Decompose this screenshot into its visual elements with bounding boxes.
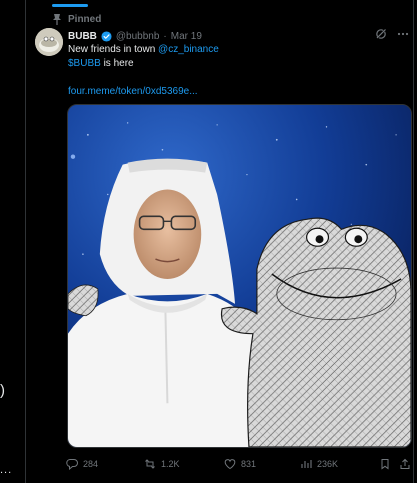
left-nav-rail: ) ... <box>0 0 26 483</box>
handle[interactable]: @bubbnb <box>116 31 160 42</box>
text-line1: New friends in town <box>68 44 159 55</box>
scrollbar[interactable] <box>413 0 417 483</box>
repost-count: 1.2K <box>161 459 180 469</box>
avatar[interactable] <box>35 28 63 56</box>
like-count: 831 <box>241 459 257 469</box>
verified-badge-icon <box>101 30 112 42</box>
reply-button[interactable]: 284 <box>66 458 98 470</box>
more-options-icon[interactable] <box>397 28 409 40</box>
grok-icon[interactable] <box>375 28 387 40</box>
separator-dot: · <box>163 30 167 42</box>
heart-icon <box>224 459 236 470</box>
reply-count: 284 <box>83 459 99 469</box>
timestamp[interactable]: Mar 19 <box>171 31 202 42</box>
share-button[interactable] <box>399 458 411 470</box>
tweet-text: New friends in town @cz_binance $BUBB is… <box>68 43 388 99</box>
views-button[interactable]: 236K <box>300 458 338 470</box>
mention-link[interactable]: @cz_binance <box>158 44 219 55</box>
tweet-page: ) ... Pinned BUBB @bubbnb · Mar 19 New f… <box>0 0 417 483</box>
pinned-label: Pinned <box>68 13 102 25</box>
pin-icon <box>52 13 62 25</box>
header-actions <box>375 28 409 40</box>
url-link[interactable]: four.meme/token/0xd5369e... <box>68 86 198 97</box>
share-icon <box>400 458 410 469</box>
tweet-header: BUBB @bubbnb · Mar 19 <box>68 29 397 43</box>
more-icon[interactable]: ... <box>0 464 14 476</box>
repost-button[interactable]: 1.2K <box>144 458 180 470</box>
display-name[interactable]: BUBB <box>68 31 97 42</box>
pinned-row: Pinned <box>52 12 101 26</box>
text-line2: is here <box>100 58 134 69</box>
cashtag-link[interactable]: $BUBB <box>68 58 101 69</box>
tab-indicator <box>52 4 88 7</box>
repost-icon <box>145 459 155 469</box>
like-button[interactable]: 831 <box>224 458 256 470</box>
tweet-action-bar: 284 1.2K 831 236K <box>66 456 412 472</box>
views-chart-icon <box>301 460 312 468</box>
reply-icon <box>66 459 78 470</box>
nav-icon-partial[interactable]: ) <box>0 382 6 400</box>
bookmark-icon <box>381 459 389 470</box>
view-count: 236K <box>317 459 339 469</box>
bookmark-button[interactable] <box>379 458 391 470</box>
tweet-media-image[interactable] <box>67 104 412 448</box>
